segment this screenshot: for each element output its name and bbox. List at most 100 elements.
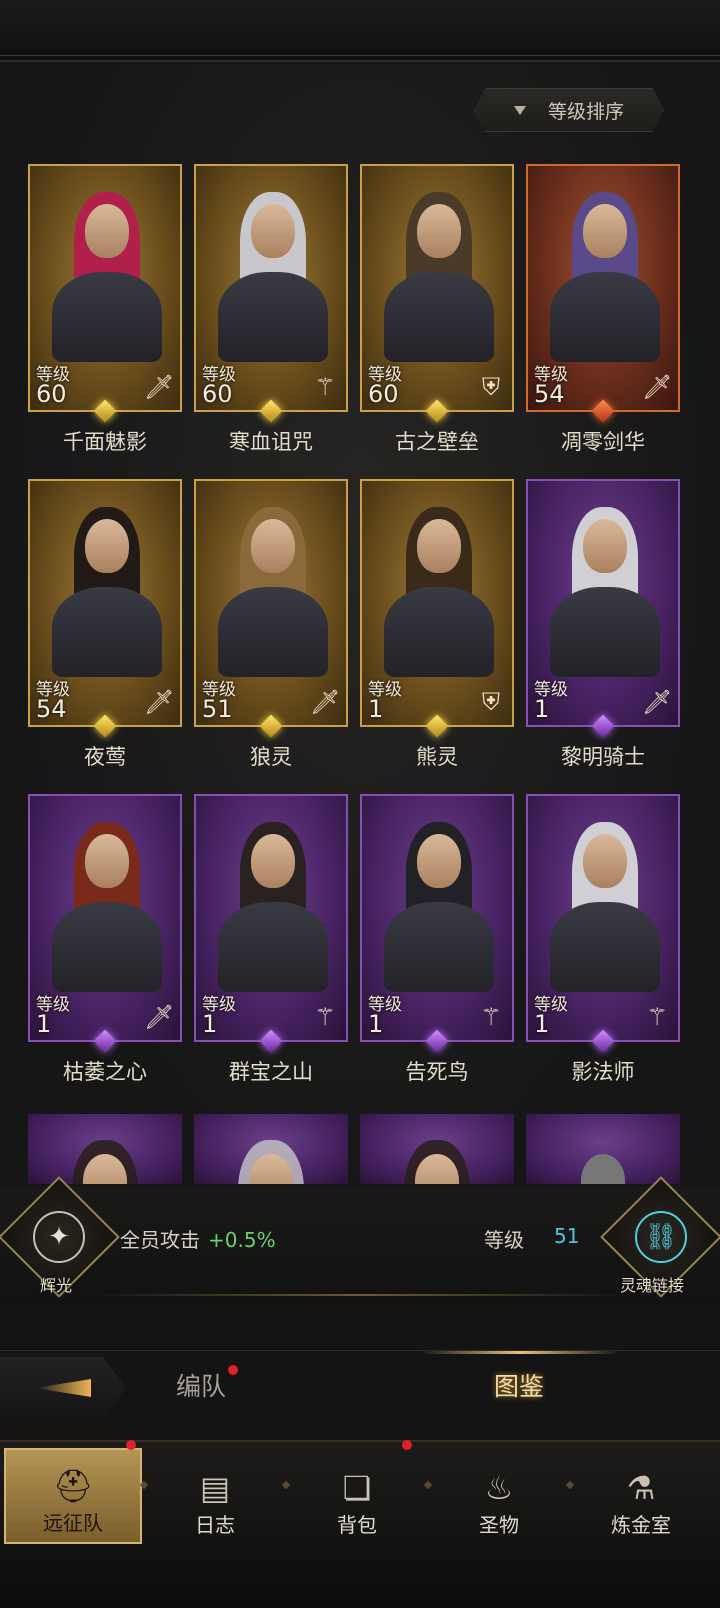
bonus-text: 全员攻击 [120,1228,200,1252]
hero-card[interactable]: 等级 51 🗡 狼灵 [194,479,348,769]
notification-dot [126,1440,136,1450]
rarity-gem-icon [590,1028,616,1054]
hero-level: 1 [202,1010,218,1038]
sword-icon: 🗡 [642,373,673,401]
hero-card[interactable]: 等级 1 ⚚ 影法师 [526,794,680,1084]
hero-level: 60 [368,380,399,408]
sword-icon: 🗡 [642,688,673,716]
soul-link-level-label: 等级 [484,1228,524,1252]
hero-portrait [360,1114,514,1184]
hero-portrait [526,1114,680,1184]
relic-icon: ♨ [484,1469,514,1507]
bonus-value: +0.5% [208,1228,276,1252]
nav-label: 圣物 [479,1513,519,1537]
rarity-gem-icon [92,398,118,424]
rarity-gem-icon [424,398,450,424]
hero-card[interactable]: 等级 60 ⚚ 寒血诅咒 [194,164,348,454]
hero-name: 群宝之山 [229,1060,313,1084]
back-button[interactable] [0,1357,126,1419]
hero-portrait: 等级 1 🗡 [28,794,182,1042]
staff-icon: ⚚ [314,373,336,401]
compass-icon: ✦ [33,1211,85,1263]
hero-level: 60 [202,380,233,408]
hero-level: 51 [202,695,233,723]
hero-level: 1 [36,1010,52,1038]
team-bonus-bar: ✦ 辉光 全员攻击 +0.5% 等级 51 ⛓ 灵魂链接 [0,1176,720,1306]
hero-portrait: 等级 60 🗡 [28,164,182,412]
shield-icon: ⛨ [482,373,500,401]
hero-level: 1 [534,695,550,723]
hero-name: 熊灵 [416,745,458,769]
hero-name: 狼灵 [250,745,292,769]
rarity-gem-icon [590,398,616,424]
sword-icon: 🗡 [144,1003,175,1031]
hero-portrait: 等级 60 ⚚ [194,164,348,412]
hero-card[interactable]: 等级 1 ⚚ 群宝之山 [194,794,348,1084]
hero-portrait: 等级 51 🗡 [194,479,348,727]
staff-icon: ⚚ [314,1003,336,1031]
hero-card[interactable]: 等级 1 🗡 枯萎之心 [28,794,182,1084]
hero-card[interactable]: 等级 1 ⛨ 熊灵 [360,479,514,769]
nav-item-3[interactable]: ♨ 圣物 [430,1448,568,1544]
hero-portrait: 等级 1 ⛨ [360,479,514,727]
staff-icon: ⚚ [480,1003,502,1031]
hero-name: 寒血诅咒 [229,430,313,454]
hero-card[interactable]: 等级 60 ⛨ 古之壁垒 [360,164,514,454]
nav-label: 炼金室 [611,1513,671,1537]
hero-level: 54 [534,380,565,408]
team-attack-bonus: 全员攻击 +0.5% [120,1224,276,1253]
hero-name: 黎明骑士 [561,745,645,769]
hero-name: 枯萎之心 [63,1060,147,1084]
hero-level: 1 [368,695,384,723]
rarity-gem-icon [424,713,450,739]
notification-dot [228,1365,238,1375]
dropdown-triangle-icon [513,105,526,115]
hero-portrait: 等级 60 ⛨ [360,164,514,412]
helmet-icon: ⛑ [52,1467,94,1505]
hero-name: 夜莺 [84,745,126,769]
bottom-frame [0,1546,720,1608]
hero-card[interactable]: 等级 54 🗡 夜莺 [28,479,182,769]
radiance-label: 辉光 [40,1276,73,1295]
tab-formation[interactable]: 编队 [176,1367,226,1403]
staff-icon: ⚚ [646,1003,668,1031]
hero-name: 千面魅影 [63,430,147,454]
sub-tabs: 编队 图鉴 [0,1350,720,1430]
hero-portrait: 等级 1 ⚚ [194,794,348,1042]
hero-name: 古之壁垒 [395,430,479,454]
divider [90,1294,630,1296]
sword-icon: 🗡 [310,688,341,716]
hero-portrait: 等级 1 ⚚ [360,794,514,1042]
hero-card[interactable]: 等级 1 ⚚ 告死鸟 [360,794,514,1084]
rarity-gem-icon [258,1028,284,1054]
sort-by-level-button[interactable]: 等级排序 [474,88,664,132]
nav-item-4[interactable]: ⚗ 炼金室 [572,1448,710,1544]
rarity-gem-icon [590,713,616,739]
shield-icon: ⛨ [482,688,500,716]
hero-level: 54 [36,695,67,723]
bottom-navigation: ⛑ 远征队 ▤ 日志 ❏ 背包 ♨ 圣物 ⚗ 炼金室 [0,1440,720,1546]
hero-portrait: 等级 54 🗡 [28,479,182,727]
sword-icon: 🗡 [144,688,175,716]
nav-item-1[interactable]: ▤ 日志 [146,1448,284,1544]
hero-name: 影法师 [571,1060,635,1084]
hero-name: 凋零剑华 [561,430,645,454]
hero-level: 60 [36,380,67,408]
tab-atlas[interactable]: 图鉴 [494,1367,544,1403]
hero-portrait: 等级 54 🗡 [526,164,680,412]
nav-label: 日志 [195,1513,235,1537]
hero-portrait: 等级 1 ⚚ [526,794,680,1042]
rarity-gem-icon [92,713,118,739]
hero-card[interactable]: 等级 1 🗡 黎明骑士 [526,479,680,769]
sword-icon: 🗡 [144,373,175,401]
hero-level: 1 [368,1010,384,1038]
nav-item-0[interactable]: ⛑ 远征队 [4,1448,142,1544]
hero-level: 1 [534,1010,550,1038]
hero-portrait: 等级 1 🗡 [526,479,680,727]
rarity-gem-icon [258,398,284,424]
hero-card[interactable]: 等级 54 🗡 凋零剑华 [526,164,680,454]
nav-item-2[interactable]: ❏ 背包 [288,1448,426,1544]
hero-card[interactable]: 等级 60 🗡 千面魅影 [28,164,182,454]
rarity-gem-icon [92,1028,118,1054]
rarity-gem-icon [258,713,284,739]
